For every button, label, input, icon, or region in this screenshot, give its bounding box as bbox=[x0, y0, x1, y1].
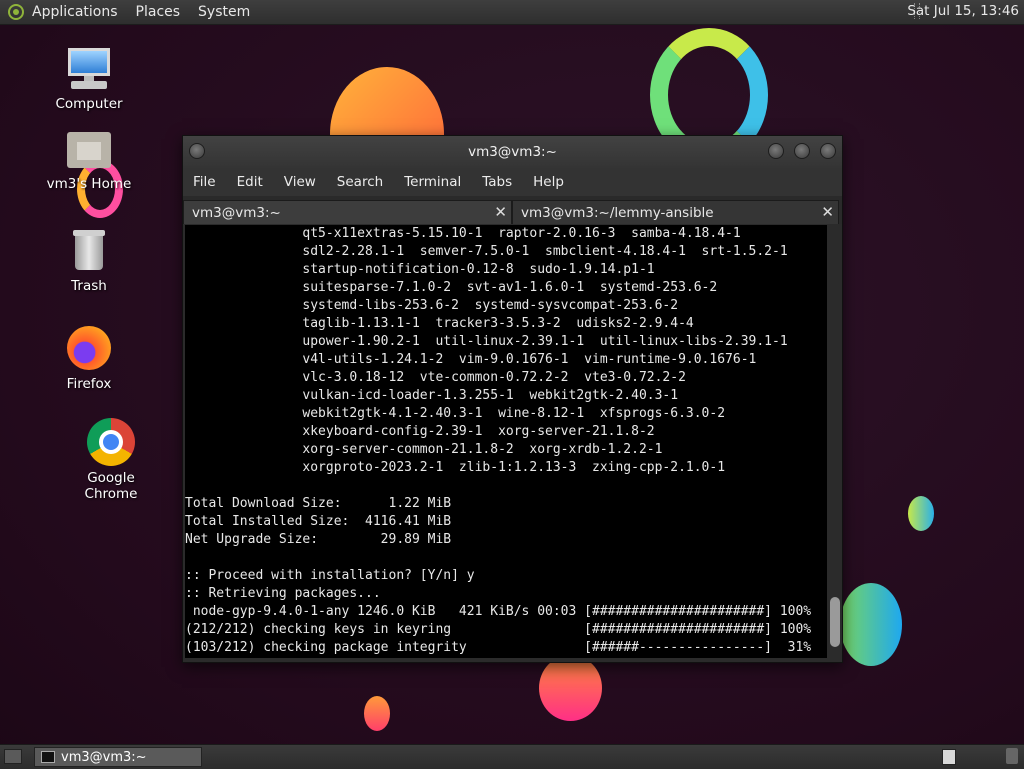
tab-label: vm3@vm3:~/lemmy-ansible bbox=[521, 205, 714, 221]
menu-file[interactable]: File bbox=[193, 174, 216, 190]
distro-logo-icon[interactable] bbox=[8, 4, 24, 20]
desktop-icon-label: Firefox bbox=[66, 376, 112, 392]
wallpaper-small-orange-blob bbox=[364, 696, 390, 731]
menu-search[interactable]: Search bbox=[337, 174, 383, 190]
close-icon[interactable]: ✕ bbox=[494, 203, 507, 221]
trash-applet-icon[interactable] bbox=[1006, 748, 1018, 764]
tab-home[interactable]: vm3@vm3:~ ✕ bbox=[183, 200, 512, 224]
bottom-panel: vm3@vm3:~ bbox=[0, 744, 1024, 769]
panel-menu-system[interactable]: System bbox=[198, 4, 250, 20]
terminal-tabbar: vm3@vm3:~ ✕ vm3@vm3:~/lemmy-ansible ✕ bbox=[183, 196, 842, 224]
menu-terminal[interactable]: Terminal bbox=[404, 174, 461, 190]
panel-menu-applications[interactable]: Applications bbox=[32, 4, 118, 20]
wallpaper-teal-blob bbox=[908, 496, 934, 531]
scrollbar-thumb[interactable] bbox=[830, 597, 840, 647]
trash-icon bbox=[65, 226, 113, 274]
desktop-icon-label: Google Chrome bbox=[84, 470, 138, 502]
panel-clock[interactable]: Sat Jul 15, 13:46 bbox=[907, 3, 1019, 19]
home-folder-icon bbox=[65, 124, 113, 172]
terminal-icon bbox=[41, 751, 55, 763]
terminal-window[interactable]: vm3@vm3:~ File Edit View Search Terminal… bbox=[182, 135, 843, 663]
desktop-icon-google-chrome[interactable]: Google Chrome bbox=[61, 418, 161, 502]
close-icon[interactable]: ✕ bbox=[821, 203, 834, 221]
menu-tabs[interactable]: Tabs bbox=[482, 174, 512, 190]
desktop-icon-label: vm3's Home bbox=[46, 176, 132, 192]
taskbar-window-label: vm3@vm3:~ bbox=[61, 749, 147, 765]
close-button[interactable] bbox=[820, 143, 836, 159]
desktop-icon-trash[interactable]: Trash bbox=[39, 226, 139, 294]
panel-menu-places[interactable]: Places bbox=[136, 4, 181, 20]
terminal-menubar: File Edit View Search Terminal Tabs Help bbox=[183, 168, 842, 196]
menu-help[interactable]: Help bbox=[533, 174, 564, 190]
tab-label: vm3@vm3:~ bbox=[192, 205, 281, 221]
workspace-switcher[interactable] bbox=[942, 749, 956, 765]
tab-lemmy-ansible[interactable]: vm3@vm3:~/lemmy-ansible ✕ bbox=[512, 200, 839, 224]
maximize-button[interactable] bbox=[794, 143, 810, 159]
terminal-text: qt5-x11extras-5.15.10-1 raptor-2.0.16-3 … bbox=[185, 226, 812, 655]
wallpaper-blue-blob bbox=[840, 583, 902, 666]
top-panel: Applications Places System Sat Jul 15, 1… bbox=[0, 0, 1024, 25]
window-titlebar[interactable]: vm3@vm3:~ bbox=[183, 136, 842, 168]
minimize-button[interactable] bbox=[768, 143, 784, 159]
menu-view[interactable]: View bbox=[284, 174, 316, 190]
show-desktop-icon[interactable] bbox=[4, 749, 22, 764]
desktop-icon-label: Trash bbox=[71, 278, 107, 294]
terminal-scrollbar[interactable] bbox=[829, 225, 841, 658]
desktop-icon-home[interactable]: vm3's Home bbox=[39, 124, 139, 192]
desktop-icon-firefox[interactable]: Firefox bbox=[39, 324, 139, 392]
menu-edit[interactable]: Edit bbox=[237, 174, 263, 190]
computer-icon bbox=[65, 44, 113, 92]
chrome-icon bbox=[87, 418, 135, 466]
firefox-icon bbox=[65, 324, 113, 372]
wallpaper-pink-blob bbox=[539, 655, 602, 721]
desktop-icon-label: Computer bbox=[55, 96, 123, 112]
window-title: vm3@vm3:~ bbox=[468, 144, 557, 160]
terminal-output[interactable]: qt5-x11extras-5.15.10-1 raptor-2.0.16-3 … bbox=[185, 225, 827, 658]
taskbar-window-button[interactable]: vm3@vm3:~ bbox=[34, 747, 202, 767]
desktop-icon-computer[interactable]: Computer bbox=[39, 44, 139, 112]
